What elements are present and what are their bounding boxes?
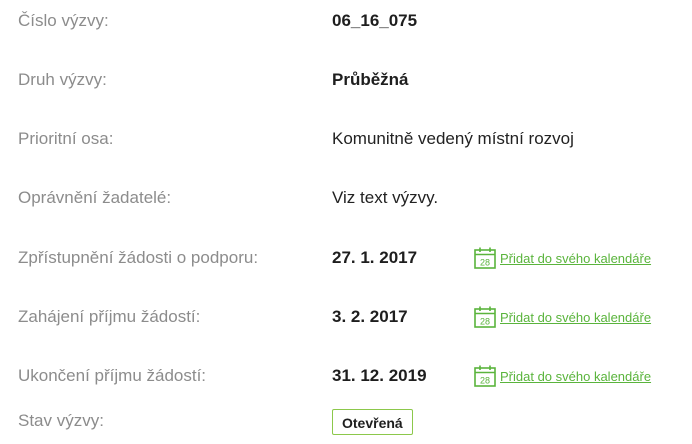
calendar-icon: 28 [474,306,496,328]
calendar-day-text: 28 [480,376,490,386]
intake-start-date: 3. 2. 2017 [332,307,408,326]
call-type-label: Druh výzvy: [18,70,107,89]
priority-axis-label: Prioritní osa: [18,129,114,148]
call-number-value: 06_16_075 [332,11,418,30]
add-to-calendar-label: Přidat do svého kalendáře [500,251,652,266]
add-to-calendar-link-availability[interactable]: 28 Přidat do svého kalendáře [473,245,651,271]
intake-end-date: 31. 12. 2019 [332,366,427,385]
intake-end-label: Ukončení příjmu žádostí: [18,366,207,385]
add-to-calendar-label: Přidat do svého kalendáře [500,310,652,325]
call-type-value: Průběžná [332,70,409,89]
application-availability-date: 27. 1. 2017 [332,248,418,267]
detail-row-call-number: Číslo výzvy: 06_16_075 [0,6,692,36]
eligible-applicants-value: Viz text výzvy. [332,188,439,207]
application-availability-label: Zpřístupnění žádosti o podporu: [18,248,259,267]
calendar-icon: 28 [474,247,496,269]
calendar-day-text: 28 [480,258,490,268]
detail-row-call-status: Stav výzvy: Otevřená [0,406,692,436]
calendar-day-text: 28 [480,317,490,327]
detail-row-application-availability: Zpřístupnění žádosti o podporu: 27. 1. 2… [0,243,692,273]
detail-row-intake-end: Ukončení příjmu žádostí: 31. 12. 2019 28… [0,361,692,391]
status-badge: Otevřená [332,409,413,435]
detail-row-eligible-applicants: Oprávnění žadatelé: Viz text výzvy. [0,183,692,213]
add-to-calendar-link-intake-end[interactable]: 28 Přidat do svého kalendáře [473,363,651,389]
detail-row-call-type: Druh výzvy: Průběžná [0,65,692,95]
intake-start-label: Zahájení příjmu žádostí: [18,307,201,326]
detail-row-priority-axis: Prioritní osa: Komunitně vedený místní r… [0,124,692,154]
add-to-calendar-link-intake-start[interactable]: 28 Přidat do svého kalendáře [473,304,651,330]
call-status-label: Stav výzvy: [18,411,104,430]
eligible-applicants-label: Oprávnění žadatelé: [18,188,172,207]
calendar-icon: 28 [474,365,496,387]
detail-row-intake-start: Zahájení příjmu žádostí: 3. 2. 2017 28 P… [0,302,692,332]
add-to-calendar-label: Přidat do svého kalendáře [500,369,652,384]
priority-axis-value: Komunitně vedený místní rozvoj [332,129,574,148]
call-number-label: Číslo výzvy: [18,11,109,30]
